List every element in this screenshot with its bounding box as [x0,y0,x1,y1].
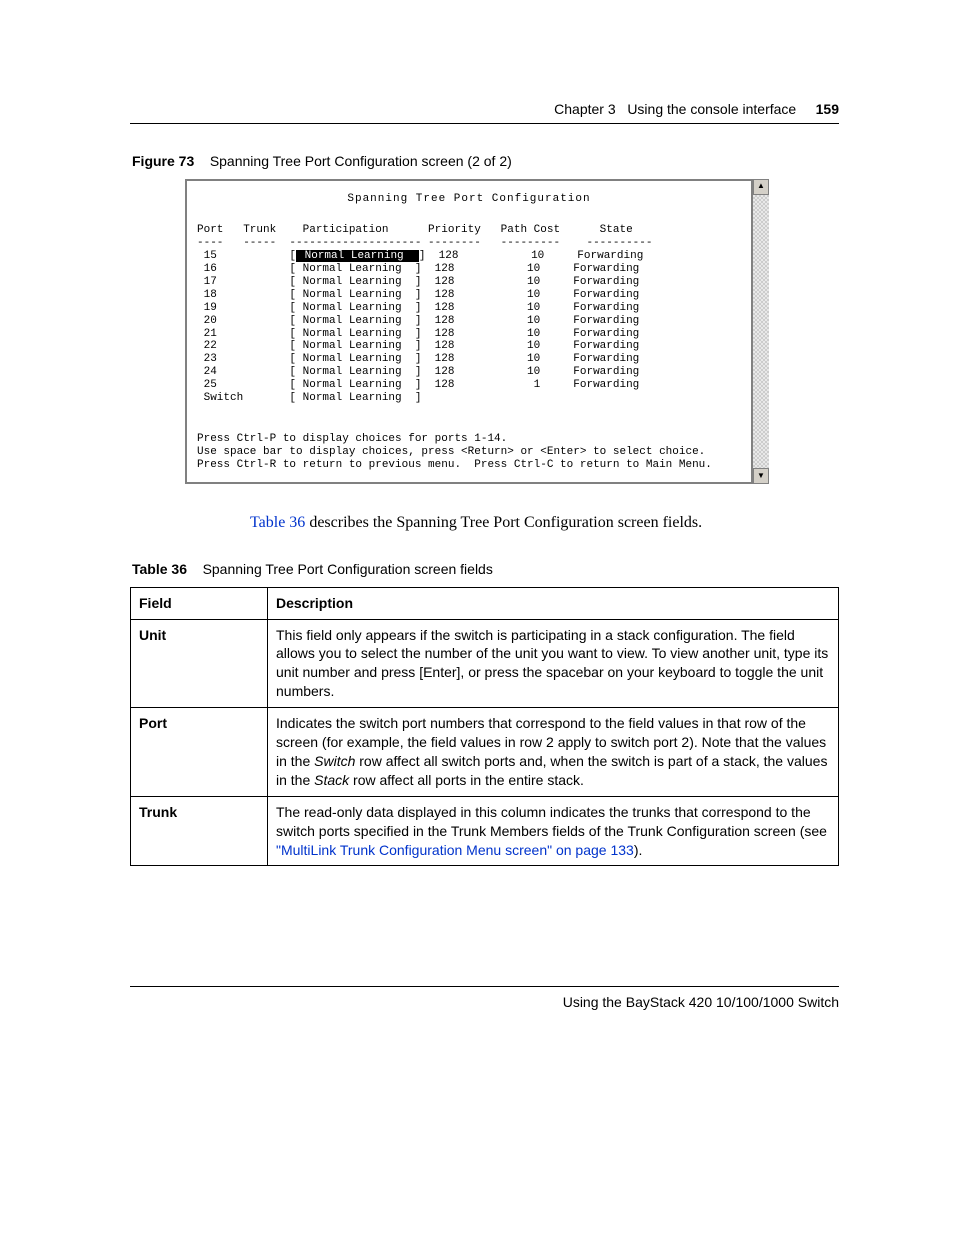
terminal-data-row: 23 [ Normal Learning ] 128 10 Forwarding [197,353,741,366]
footer-text: Using the BayStack 420 10/100/1000 Switc… [130,993,839,1012]
terminal-switch-row: Switch [ Normal Learning ] [197,392,741,405]
table-36-link[interactable]: Table 36 [250,514,305,531]
terminal-window: Spanning Tree Port Configuration Port Tr… [185,179,753,484]
terminal-data-row: 20 [ Normal Learning ] 128 10 Forwarding [197,315,741,328]
lead-rest: describes the Spanning Tree Port Configu… [305,514,702,531]
terminal-data-row: 25 [ Normal Learning ] 128 1 Forwarding [197,379,741,392]
field-trunk: Trunk [139,804,177,820]
col-description: Description [268,587,839,619]
header-rule [130,123,839,124]
running-header: Chapter 3 Using the console interface 15… [130,100,839,119]
field-description-table: Field Description Unit This field only a… [130,587,839,867]
terminal-title: Spanning Tree Port Configuration [197,193,741,206]
desc-unit: This field only appears if the switch is… [268,619,839,708]
terminal-divider-row: ---- ----- -------------------- --------… [197,237,741,250]
table-label: Table 36 [132,561,187,577]
terminal-header-row: Port Trunk Participation Priority Path C… [197,224,741,237]
trunk-config-link[interactable]: "MultiLink Trunk Configuration Menu scre… [276,842,634,858]
terminal-data-row: 18 [ Normal Learning ] 128 10 Forwarding [197,289,741,302]
table-row: Trunk The read-only data displayed in th… [131,796,839,866]
footer-rule [130,986,839,987]
table-caption-text: Spanning Tree Port Configuration screen … [203,561,493,577]
terminal-hint-2: Use space bar to display choices, press … [197,446,741,459]
figure-caption-text: Spanning Tree Port Configuration screen … [210,153,512,169]
desc-port: Indicates the switch port numbers that c… [268,708,839,797]
terminal-data-row: 16 [ Normal Learning ] 128 10 Forwarding [197,263,741,276]
table-caption: Table 36 Spanning Tree Port Configuratio… [132,560,839,579]
table-head-row: Field Description [131,587,839,619]
table-row: Unit This field only appears if the swit… [131,619,839,708]
terminal-data-row: 17 [ Normal Learning ] 128 10 Forwarding [197,276,741,289]
page-number: 159 [816,101,839,117]
chapter-label: Chapter 3 [554,101,615,117]
scrollbar[interactable]: ▲ ▼ [753,179,769,484]
table-row: Port Indicates the switch port numbers t… [131,708,839,797]
terminal-data-row: 24 [ Normal Learning ] 128 10 Forwarding [197,366,741,379]
desc-trunk: The read-only data displayed in this col… [268,796,839,866]
terminal-data-row: 19 [ Normal Learning ] 128 10 Forwarding [197,302,741,315]
field-unit: Unit [139,627,166,643]
terminal-hint-1: Press Ctrl-P to display choices for port… [197,433,741,446]
terminal-data-row: 15 [ Normal Learning ] 128 10 Forwarding [197,250,741,263]
scroll-down-icon[interactable]: ▼ [753,468,769,484]
scroll-track[interactable] [753,195,769,468]
figure-caption: Figure 73 Spanning Tree Port Configurati… [132,152,839,171]
figure-label: Figure 73 [132,153,194,169]
terminal-hint-3: Press Ctrl-R to return to previous menu.… [197,459,741,472]
terminal-screenshot: Spanning Tree Port Configuration Port Tr… [185,179,769,484]
terminal-data-row: 22 [ Normal Learning ] 128 10 Forwarding [197,340,741,353]
terminal-data-row: 21 [ Normal Learning ] 128 10 Forwarding [197,328,741,341]
scroll-up-icon[interactable]: ▲ [753,179,769,195]
col-field: Field [131,587,268,619]
field-port: Port [139,715,167,731]
section-title: Using the console interface [627,101,796,117]
lead-paragraph: Table 36 describes the Spanning Tree Por… [250,512,839,534]
